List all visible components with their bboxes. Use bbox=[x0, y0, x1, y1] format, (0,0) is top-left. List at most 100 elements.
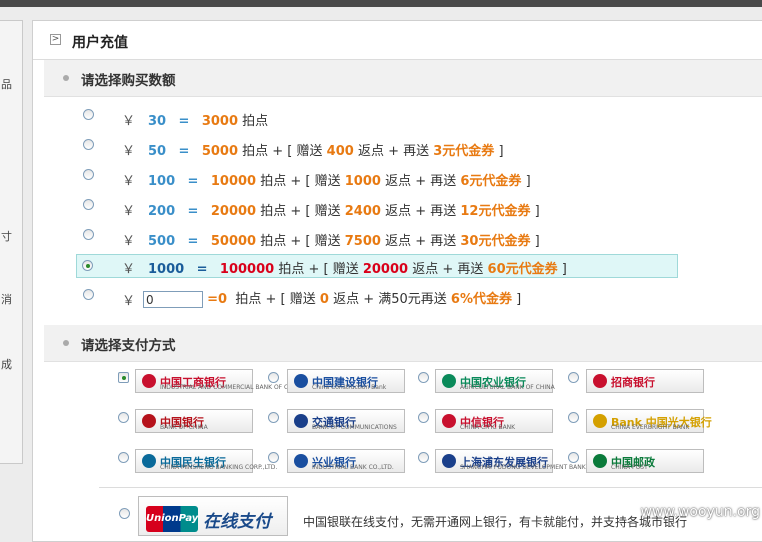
option-coupon: 3元代金券 bbox=[433, 144, 495, 159]
sidebar-fragment: 寸 bbox=[1, 230, 12, 243]
amount-radio[interactable] bbox=[82, 260, 93, 271]
bank-radio[interactable] bbox=[568, 372, 579, 383]
option-suffix: 拍点 + [ 赠送 bbox=[260, 234, 341, 249]
bank-option[interactable]: 中国银行 BANK OF CHINA bbox=[135, 409, 253, 433]
bank-subtitle: SHANGHAI PUDONG DEVELOPMENT BANK bbox=[460, 464, 586, 471]
option-close: ] bbox=[498, 144, 504, 159]
option-equals: = bbox=[178, 114, 190, 129]
amount-radio[interactable] bbox=[83, 169, 94, 180]
custom-amount-option[interactable]: ￥ 0 =0 拍点 + [ 赠送 0 返点 + 满50元再送 6%代金券 ] bbox=[79, 285, 723, 311]
bank-radio[interactable] bbox=[118, 372, 129, 383]
amount-radio[interactable] bbox=[83, 229, 94, 240]
option-close: ] bbox=[534, 204, 540, 219]
panel-title: 用户充值 bbox=[72, 35, 128, 51]
currency-symbol: ￥ bbox=[122, 114, 136, 129]
bank-subtitle: AGRICULTURAL BANK OF CHINA bbox=[460, 384, 555, 391]
bank-logo-icon bbox=[142, 454, 156, 468]
amount-option[interactable]: ￥ 50 = 5000 拍点 + [ 赠送 400 返点 + 再送 3元代金券 … bbox=[79, 135, 723, 161]
option-text: 1000 = 100000 拍点 + [ 赠送 20000 返点 + 再送 60… bbox=[148, 258, 567, 277]
expand-icon[interactable]: > bbox=[50, 34, 61, 45]
option-points: 50000 bbox=[210, 234, 257, 249]
bank-option[interactable]: 中国农业银行 AGRICULTURAL BANK OF CHINA bbox=[435, 369, 555, 393]
option-bonus: 0 bbox=[319, 292, 329, 307]
option-equals: = bbox=[196, 262, 208, 277]
amount-option[interactable]: ￥ 100 = 10000 拍点 + [ 赠送 1000 返点 + 再送 6元代… bbox=[79, 165, 723, 191]
bank-option[interactable]: 招商银行 bbox=[586, 369, 704, 393]
option-text: 50 = 5000 拍点 + [ 赠送 400 返点 + 再送 3元代金券 ] bbox=[148, 140, 504, 159]
option-coupon: 6%代金券 bbox=[450, 292, 512, 307]
option-amount: 200 bbox=[148, 204, 176, 219]
payment-section-header: 请选择支付方式 bbox=[44, 325, 762, 362]
amount-radio[interactable] bbox=[83, 139, 94, 150]
bank-radio[interactable] bbox=[418, 372, 429, 383]
bank-logo-icon bbox=[142, 414, 156, 428]
bank-option[interactable]: 上海浦东发展银行 SHANGHAI PUDONG DEVELOPMENT BANK bbox=[435, 449, 586, 473]
unionpay-radio[interactable] bbox=[119, 508, 130, 519]
bank-option[interactable]: Bank 中国光大银行 CHINA EVERBRIGHT BANK bbox=[586, 409, 712, 433]
unionpay-option[interactable]: UnionPay 在线支付 bbox=[138, 496, 288, 536]
sidebar-fragment: 消 bbox=[1, 293, 12, 306]
bank-logo-icon bbox=[593, 414, 607, 428]
amount-radio[interactable] bbox=[83, 289, 94, 300]
bank-option[interactable]: 交通银行 BANK OF COMMUNICATIONS bbox=[287, 409, 405, 433]
amount-option[interactable]: ￥ 200 = 20000 拍点 + [ 赠送 2400 返点 + 再送 12元… bbox=[79, 195, 723, 221]
bank-logo-icon bbox=[442, 454, 456, 468]
option-text: 30 = 3000 拍点 bbox=[148, 110, 268, 129]
bank-logo-icon bbox=[593, 374, 607, 388]
bank-radio[interactable] bbox=[268, 372, 279, 383]
sidebar-fragment: 成 bbox=[1, 358, 12, 371]
bank-radio[interactable] bbox=[568, 412, 579, 423]
option-coupon: 60元代金券 bbox=[487, 262, 558, 277]
bullet-icon bbox=[63, 340, 69, 346]
amount-radio[interactable] bbox=[83, 199, 94, 210]
recharge-panel: > 用户充值 请选择购买数额 ￥ 30 = 3000 拍点 ￥ 50 = 500… bbox=[32, 20, 762, 542]
bullet-icon bbox=[63, 75, 69, 81]
bank-option[interactable]: 兴业银行 INDUSTRIAL BANK CO.,LTD. bbox=[287, 449, 405, 473]
option-coupon: 12元代金券 bbox=[460, 204, 531, 219]
custom-equals: =0 bbox=[207, 292, 228, 307]
bank-radio[interactable] bbox=[268, 412, 279, 423]
bank-radio[interactable] bbox=[568, 452, 579, 463]
bank-radio[interactable] bbox=[418, 452, 429, 463]
bank-option[interactable]: 中国建设银行 China Construction Bank bbox=[287, 369, 405, 393]
option-coupon: 6元代金券 bbox=[460, 174, 522, 189]
option-points: 5000 bbox=[201, 144, 238, 159]
option-amount: 1000 bbox=[148, 262, 185, 277]
bank-logo-icon bbox=[142, 374, 156, 388]
bank-radio[interactable] bbox=[268, 452, 279, 463]
option-coupon: 30元代金券 bbox=[460, 234, 531, 249]
bank-radio[interactable] bbox=[418, 412, 429, 423]
option-close: ] bbox=[525, 174, 531, 189]
option-amount: 100 bbox=[148, 174, 176, 189]
option-mid: 返点 + 再送 bbox=[385, 174, 457, 189]
bank-option[interactable]: 中国民生银行 CHINA MINSHENG BANKING CORP.,LTD. bbox=[135, 449, 277, 473]
option-suffix: 拍点 bbox=[242, 114, 269, 129]
bank-subtitle: CHINA EVERBRIGHT BANK bbox=[611, 424, 690, 431]
option-points: 10000 bbox=[210, 174, 257, 189]
bank-radio[interactable] bbox=[118, 452, 129, 463]
bank-option[interactable]: 中国工商银行 INDUSTRIAL AND COMMERCIAL BANK OF … bbox=[135, 369, 303, 393]
option-mid: 返点 + 满50元再送 bbox=[333, 292, 447, 307]
option-suffix: 拍点 + [ 赠送 bbox=[260, 204, 341, 219]
option-mid: 返点 + 再送 bbox=[385, 204, 457, 219]
bank-radio[interactable] bbox=[118, 412, 129, 423]
custom-amount-input[interactable]: 0 bbox=[143, 291, 203, 308]
option-equals: = bbox=[187, 204, 199, 219]
amount-option-selected[interactable]: ￥ 1000 = 100000 拍点 + [ 赠送 20000 返点 + 再送 … bbox=[76, 254, 678, 278]
unionpay-logo: UnionPay bbox=[146, 506, 198, 532]
option-points: 20000 bbox=[210, 204, 257, 219]
bank-subtitle: BANK OF CHINA bbox=[160, 424, 208, 431]
sidebar-fragment: 品 bbox=[1, 78, 12, 91]
option-bonus: 20000 bbox=[362, 262, 409, 277]
bank-logo-icon bbox=[593, 454, 607, 468]
amount-option[interactable]: ￥ 500 = 50000 拍点 + [ 赠送 7500 返点 + 再送 30元… bbox=[79, 225, 723, 251]
bank-option[interactable]: 中信银行 CHINA CITIC BANK bbox=[435, 409, 553, 433]
option-suffix: 拍点 + [ 赠送 bbox=[260, 174, 341, 189]
amount-radio[interactable] bbox=[83, 109, 94, 120]
currency-symbol: ￥ bbox=[122, 234, 136, 249]
amount-option[interactable]: ￥ 30 = 3000 拍点 bbox=[79, 105, 723, 131]
bank-subtitle: INDUSTRIAL AND COMMERCIAL BANK OF CHINA bbox=[160, 384, 304, 391]
bank-logo-icon bbox=[294, 454, 308, 468]
bank-option[interactable]: 中国邮政 CHINA POST bbox=[586, 449, 704, 473]
bank-subtitle: INDUSTRIAL BANK CO.,LTD. bbox=[312, 464, 394, 471]
